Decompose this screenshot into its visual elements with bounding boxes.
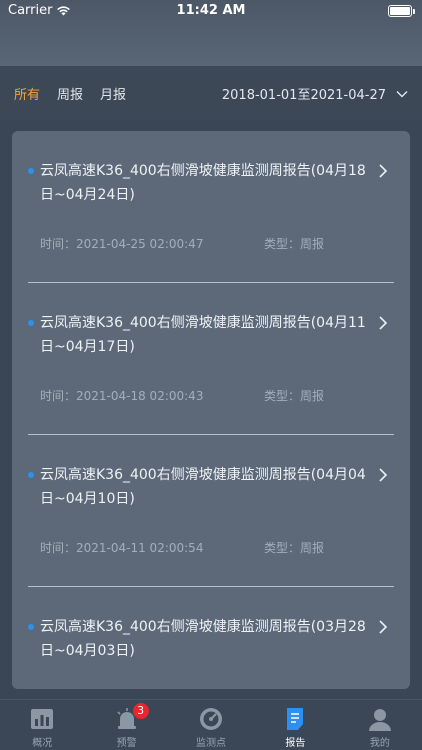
filter-bar: 所有 周报 月报 2018-01-01至2021-04-27 — [0, 66, 422, 120]
report-list: 云凤高速K36_400右侧滑坡健康监测周报告(04月18日~04月24日) 时间… — [12, 131, 410, 689]
tab-label: 监测点 — [196, 738, 227, 749]
report-icon — [287, 708, 304, 730]
battery-icon — [388, 5, 415, 17]
tab-label: 预警 — [116, 738, 137, 749]
tab-label: 我的 — [369, 738, 390, 749]
chevron-down-icon — [396, 90, 408, 97]
report-title: 云凤高速K36_400右侧滑坡健康监测周报告(04月11日~04月17日) — [40, 315, 366, 355]
report-title: 云凤高速K36_400右侧滑坡健康监测周报告(04月18日~04月24日) — [40, 163, 366, 203]
chevron-right-icon — [379, 316, 388, 330]
report-time: 时间：2021-04-18 02:00:43 — [40, 389, 204, 403]
report-type: 类型：周报 — [264, 389, 325, 403]
bullet-icon — [28, 472, 34, 478]
report-item[interactable]: 云凤高速K36_400右侧滑坡健康监测周报告(04月11日~04月17日) 时间… — [28, 283, 394, 435]
report-item[interactable]: 云凤高速K36_400右侧滑坡健康监测周报告(04月04日~04月10日) 时间… — [28, 435, 394, 587]
report-item[interactable]: 云凤高速K36_400右侧滑坡健康监测周报告(04月18日~04月24日) 时间… — [28, 131, 394, 283]
chevron-right-icon — [379, 620, 388, 634]
tab-alerts[interactable]: 3 预警 — [84, 700, 168, 750]
bullet-icon — [28, 624, 34, 630]
user-icon — [368, 709, 391, 731]
gauge-icon — [200, 708, 223, 730]
tab-label: 报告 — [285, 738, 306, 749]
report-type: 类型：周报 — [264, 541, 325, 555]
tab-label: 概况 — [32, 738, 53, 749]
alert-count-badge: 3 — [132, 703, 149, 719]
report-title: 云凤高速K36_400右侧滑坡健康监测周报告(04月04日~04月10日) — [40, 467, 366, 507]
report-item[interactable]: 云凤高速K36_400右侧滑坡健康监测周报告(03月28日~04月03日) — [28, 587, 394, 689]
report-title: 云凤高速K36_400右侧滑坡健康监测周报告(03月28日~04月03日) — [40, 619, 366, 659]
tab-monitoring-points[interactable]: 监测点 — [169, 700, 253, 750]
chevron-right-icon — [379, 164, 388, 178]
clock: 11:42 AM — [176, 3, 246, 18]
report-time: 时间：2021-04-11 02:00:54 — [40, 541, 204, 555]
report-type: 类型：周报 — [264, 237, 325, 251]
chart-icon — [31, 709, 54, 729]
tab-reports[interactable]: 报告 — [253, 700, 337, 750]
report-time: 时间：2021-04-25 02:00:47 — [40, 237, 204, 251]
tab-bar: 概况 3 预警 监测点 报告 我的 — [0, 699, 422, 750]
status-bar: Carrier 11:42 AM — [0, 0, 422, 22]
date-range-picker[interactable]: 2018-01-01至2021-04-27 — [222, 84, 408, 103]
filter-tab-weekly[interactable]: 周报 — [57, 84, 83, 103]
tab-overview[interactable]: 概况 — [0, 700, 84, 750]
filter-tab-all[interactable]: 所有 — [14, 84, 40, 103]
date-range-label: 2018-01-01至2021-04-27 — [221, 88, 386, 103]
filter-tab-monthly[interactable]: 月报 — [100, 84, 126, 103]
tab-profile[interactable]: 我的 — [338, 700, 422, 750]
chevron-right-icon — [379, 468, 388, 482]
bullet-icon — [28, 320, 34, 326]
bullet-icon — [28, 168, 34, 174]
